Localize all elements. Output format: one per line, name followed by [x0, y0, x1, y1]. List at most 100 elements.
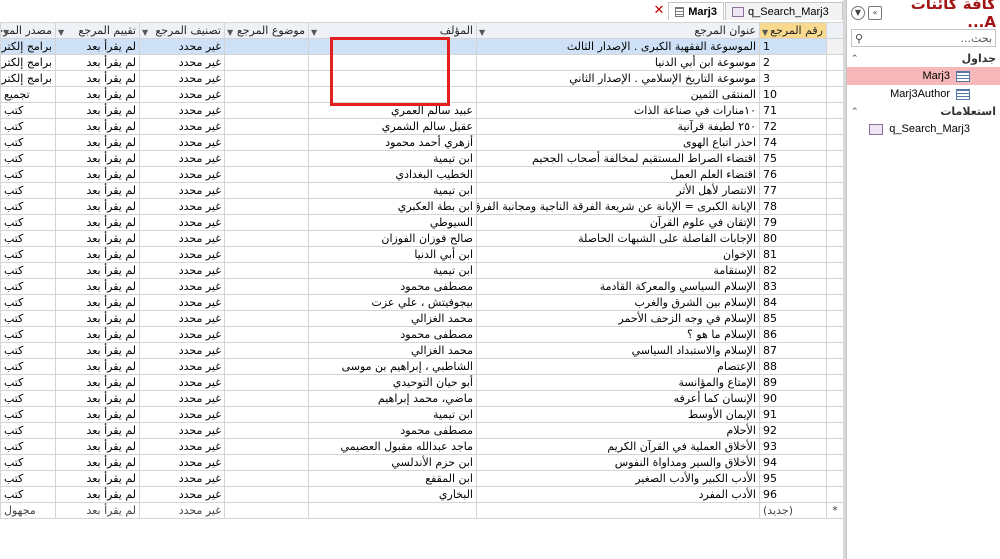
column-dropdown-icon[interactable]: ▼: [227, 25, 233, 38]
cell-author[interactable]: بيجوفيتش ، علي عزت: [308, 294, 477, 311]
record-selector[interactable]: [826, 134, 844, 151]
new-record-marker[interactable]: *: [826, 502, 844, 519]
cell-ref-number[interactable]: 1: [759, 38, 827, 55]
record-selector[interactable]: [826, 38, 844, 55]
column-header-subject[interactable]: موضوع المرجع ▼: [224, 22, 309, 39]
cell-rating[interactable]: لم يقرأ بعد: [55, 326, 140, 343]
column-dropdown-icon[interactable]: ▼: [142, 25, 148, 38]
cell-rating[interactable]: لم يقرأ بعد: [55, 422, 140, 439]
table-row[interactable]: 93 الأخلاق العملية في القرآن الكريم ماجد ع…: [0, 438, 844, 455]
cell-rating[interactable]: لم يقرأ بعد: [55, 102, 140, 119]
cell-classification[interactable]: غير محدد: [139, 438, 225, 455]
cell-subject[interactable]: [224, 278, 309, 295]
nav-item-marj3author[interactable]: Marj3Author: [847, 85, 1000, 103]
table-row[interactable]: 86 الإسلام ما هو ؟ مصطفى محمود غير محدد لم ي…: [0, 326, 844, 343]
cell-classification[interactable]: غير محدد: [139, 310, 225, 327]
tab-q-search-marj3[interactable]: q_Search_Marj3: [725, 2, 843, 20]
cell-author[interactable]: محمد الغزالي: [308, 342, 477, 359]
table-row[interactable]: 72 ٢٥٠ لطيفة قرآنية عقيل سالم الشمري غير مح…: [0, 118, 844, 135]
cell-source[interactable]: كتب: [0, 182, 56, 199]
cell-classification[interactable]: غير محدد: [139, 278, 225, 295]
cell-classification[interactable]: غير محدد: [139, 198, 225, 215]
cell-title[interactable]: الإيمان الأوسط: [476, 406, 760, 423]
cell-title[interactable]: الانتصار لأهل الأثر: [476, 182, 760, 199]
cell-subject[interactable]: [224, 470, 309, 487]
cell-title[interactable]: الإسلام ما هو ؟: [476, 326, 760, 343]
cell-subject[interactable]: [224, 214, 309, 231]
cell-subject[interactable]: [224, 54, 309, 71]
cell-title[interactable]: ١٠منارات في صناعة الذات: [476, 102, 760, 119]
cell-subject[interactable]: [224, 86, 309, 103]
cell-source[interactable]: كتب: [0, 342, 56, 359]
cell-classification[interactable]: غير محدد: [139, 86, 225, 103]
table-row[interactable]: 90 الإنسان كما أعرفه ماضي، محمد إبراهيم غير…: [0, 390, 844, 407]
record-selector[interactable]: [826, 70, 844, 87]
column-dropdown-icon[interactable]: ▼: [3, 25, 9, 38]
cell-classification[interactable]: غير محدد: [139, 390, 225, 407]
cell-ref-number[interactable]: 75: [759, 150, 827, 167]
cell-rating[interactable]: لم يقرأ بعد: [55, 390, 140, 407]
cell-classification[interactable]: غير محدد: [139, 246, 225, 263]
cell-ref-number[interactable]: 91: [759, 406, 827, 423]
cell-subject[interactable]: [224, 294, 309, 311]
cell-author[interactable]: الشاطبي ، إبراهيم بن موسى: [308, 358, 477, 375]
cell-subject[interactable]: [224, 166, 309, 183]
cell-source[interactable]: كتب: [0, 150, 56, 167]
column-header-classification[interactable]: تصنيف المرجع ▼: [139, 22, 225, 39]
cell-rating[interactable]: لم يقرأ بعد: [55, 150, 140, 167]
close-tab-icon[interactable]: ✕: [652, 4, 666, 18]
cell-title[interactable]: المنتقى الثمين: [476, 86, 760, 103]
cell-source[interactable]: كتب: [0, 134, 56, 151]
cell-rating[interactable]: لم يقرأ بعد: [55, 486, 140, 503]
table-row[interactable]: 95 الأدب الكبير والأدب الصغير ابن المقفع غي…: [0, 470, 844, 487]
nav-search-box[interactable]: بحث... ⚲: [851, 29, 996, 47]
cell-subject[interactable]: [224, 438, 309, 455]
cell-rating[interactable]: لم يقرأ بعد: [55, 230, 140, 247]
cell-source[interactable]: كتب: [0, 294, 56, 311]
cell-source[interactable]: تجميع: [0, 86, 56, 103]
cell-ref-number[interactable]: 84: [759, 294, 827, 311]
cell-rating[interactable]: لم يقرأ بعد: [55, 246, 140, 263]
cell-title[interactable]: الإسلام بين الشرق والغرب: [476, 294, 760, 311]
cell-rating[interactable]: لم يقرأ بعد: [55, 86, 140, 103]
cell-subject[interactable]: [224, 342, 309, 359]
cell-classification[interactable]: غير محدد: [139, 118, 225, 135]
cell-ref-number[interactable]: 79: [759, 214, 827, 231]
cell-title[interactable]: موسوعة التاريخ الإسلامي . الإصدار الثاني: [476, 70, 760, 87]
cell-classification[interactable]: غير محدد: [139, 182, 225, 199]
cell-ref-number[interactable]: 74: [759, 134, 827, 151]
cell-classification[interactable]: غير محدد: [139, 150, 225, 167]
cell-subject[interactable]: [224, 358, 309, 375]
cell-rating[interactable]: لم يقرأ بعد: [55, 70, 140, 87]
cell-rating[interactable]: لم يقرأ بعد: [55, 198, 140, 215]
cell-classification[interactable]: غير محدد: [139, 342, 225, 359]
cell-classification[interactable]: غير محدد: [139, 470, 225, 487]
record-selector[interactable]: [826, 374, 844, 391]
cell-rating[interactable]: لم يقرأ بعد: [55, 214, 140, 231]
cell-classification[interactable]: غير محدد: [139, 326, 225, 343]
record-selector[interactable]: [826, 470, 844, 487]
cell-source[interactable]: كتب: [0, 470, 56, 487]
cell-ref-number[interactable]: 89: [759, 374, 827, 391]
cell-classification[interactable]: غير محدد: [139, 38, 225, 55]
nav-group-header[interactable]: جداول ⌃: [847, 50, 1000, 67]
search-icon[interactable]: ⚲: [855, 32, 863, 45]
record-selector[interactable]: [826, 118, 844, 135]
column-dropdown-icon[interactable]: ▼: [58, 25, 64, 38]
cell-rating[interactable]: لم يقرأ بعد: [55, 278, 140, 295]
cell-classification[interactable]: غير محدد: [139, 374, 225, 391]
record-selector[interactable]: [826, 182, 844, 199]
cell-ref-number[interactable]: 3: [759, 70, 827, 87]
cell-source[interactable]: كتب: [0, 406, 56, 423]
cell-classification[interactable]: غير محدد: [139, 134, 225, 151]
table-row[interactable]: 80 الإجابات الفاصلة على الشبهات الحاصلة صا…: [0, 230, 844, 247]
table-row[interactable]: 83 الإسلام السياسي والمعركة القادمة مصطفى …: [0, 278, 844, 295]
cell-title[interactable]: الإمتاع والمؤانسة: [476, 374, 760, 391]
new-record-row[interactable]: * (جديد) غير محدد لم يقرأ بعد مجهول: [0, 502, 844, 519]
shutter-bar-close-icon[interactable]: «: [868, 6, 882, 20]
cell-ref-number[interactable]: 82: [759, 262, 827, 279]
cell-classification[interactable]: غير محدد: [139, 406, 225, 423]
cell-ref-number[interactable]: 88: [759, 358, 827, 375]
record-selector[interactable]: [826, 454, 844, 471]
cell-title[interactable]: الإسلام في وجه الزحف الأحمر: [476, 310, 760, 327]
